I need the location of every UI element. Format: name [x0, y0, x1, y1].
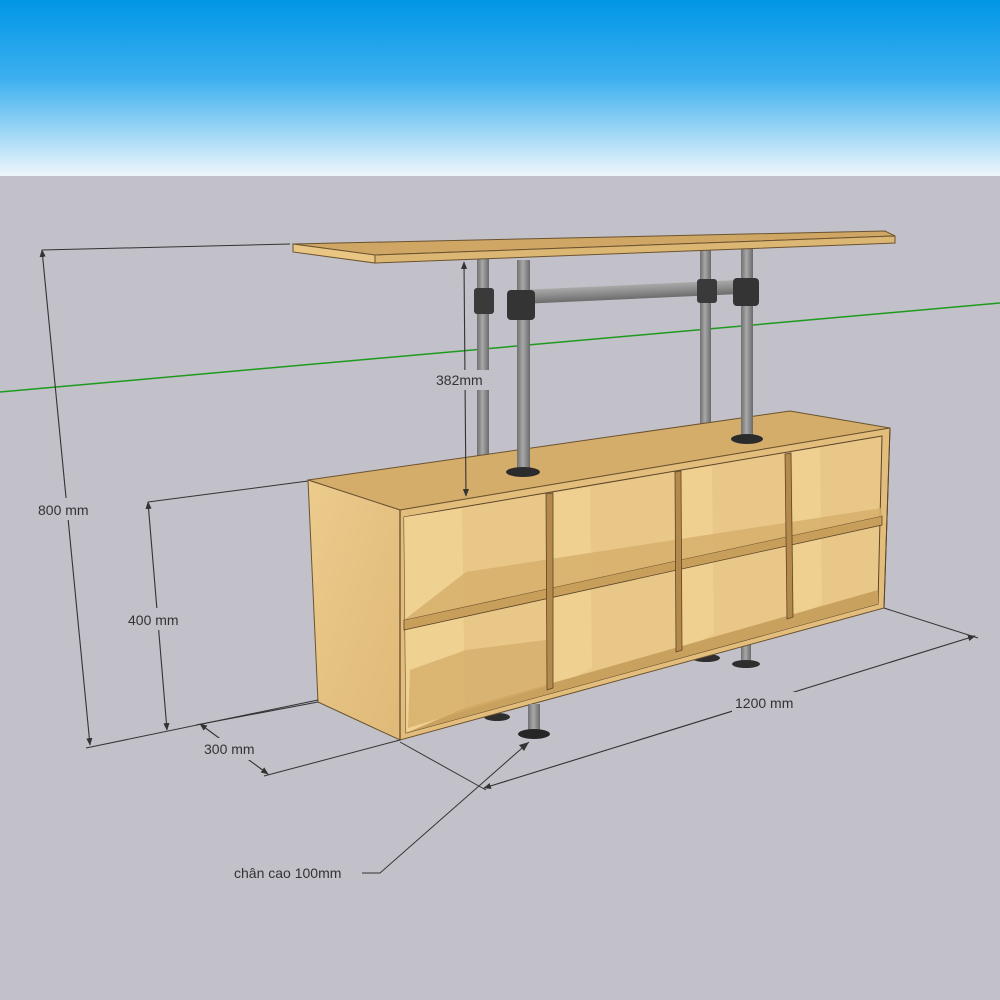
divider-1	[545, 492, 554, 691]
front-leg-flange	[518, 729, 550, 739]
front-leg-pipe	[528, 704, 540, 732]
depth-label: 300 mm	[204, 741, 255, 757]
cabinet-left-side	[307, 479, 401, 741]
sky-background	[0, 0, 1000, 176]
width-label: 1200 mm	[735, 695, 793, 711]
leg-note-label: chân cao 100mm	[234, 865, 341, 881]
tee-fitting	[474, 288, 494, 314]
cabinet-height-label: 400 mm	[128, 612, 179, 628]
floor-flange	[506, 467, 540, 477]
total-height-label: 800 mm	[38, 502, 89, 518]
divider-2	[674, 470, 683, 653]
sketchup-viewport: 800 mm 400 mm 300 mm 1200 mm 382mm chân …	[0, 0, 1000, 1000]
frame-height-label: 382mm	[436, 372, 483, 388]
